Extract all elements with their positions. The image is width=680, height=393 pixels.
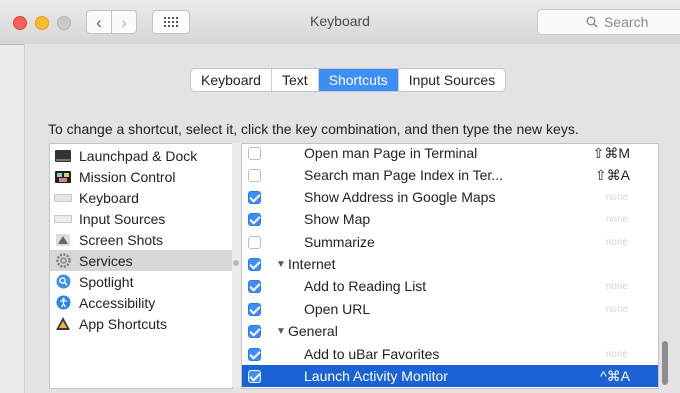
app-shortcuts-icon [54,316,72,332]
shortcut-row[interactable]: Add to Reading List none [242,275,658,297]
search-placeholder: Search [604,14,649,30]
shortcut-key[interactable]: none [606,304,628,315]
category-label: Spotlight [79,273,134,290]
shortcut-row[interactable]: Summarize none [242,231,658,253]
tab-input-sources[interactable]: Input Sources [399,69,505,91]
tab-keyboard[interactable]: Keyboard [191,69,272,91]
shortcut-row[interactable]: Search man Page Index in Ter... ⇧⌘A [242,164,658,186]
instruction-text: To change a shortcut, select it, click t… [48,121,579,137]
category-screen-shots[interactable]: Screen Shots [50,229,232,250]
shortcut-key[interactable]: ^⌘A [600,368,630,385]
category-label: Screen Shots [79,231,164,248]
disclosure-triangle-icon[interactable]: ▼ [276,259,286,270]
category-keyboard[interactable]: Keyboard [50,187,232,208]
category-label: Input Sources [79,210,166,227]
shortcut-checkbox[interactable] [248,257,261,271]
search-icon [586,16,598,28]
tab-text[interactable]: Text [272,69,319,91]
category-label: Accessibility [79,294,156,311]
shortcut-key[interactable]: none [606,192,628,203]
shortcut-checkbox[interactable] [248,190,261,204]
shortcut-checkbox[interactable] [248,168,261,182]
shortcut-label: Open URL [304,301,371,317]
shortcut-checkbox[interactable] [248,347,261,361]
mission-control-icon [54,169,72,185]
shortcut-list: Open man Page in Terminal ⇧⌘M Search man… [241,143,659,389]
category-spotlight[interactable]: Spotlight [50,271,232,292]
shortcut-row[interactable]: Open man Page in Terminal ⇧⌘M [242,144,658,164]
shortcut-label: Show Address in Google Maps [304,189,496,205]
shortcut-label: Add to Reading List [304,278,427,294]
split-divider[interactable] [232,143,241,387]
shortcut-row[interactable]: Add to uBar Favorites none [242,343,658,365]
shortcut-label: Launch Activity Monitor [304,368,448,384]
shortcut-label: Summarize [304,234,375,250]
shortcut-group-label: Internet [288,256,336,272]
shortcut-checkbox[interactable] [248,302,261,316]
category-label: Mission Control [79,168,176,185]
category-list: Launchpad & Dock Mission Control Keyboar… [49,143,233,389]
shortcut-group-label: General [288,323,338,339]
shortcut-key[interactable]: ⇧⌘A [595,167,630,184]
shortcut-key[interactable]: none [606,281,628,292]
spotlight-icon [54,274,72,290]
shortcut-row[interactable]: Open URL none [242,298,658,320]
category-label: Keyboard [79,189,139,206]
shortcut-label: Add to uBar Favorites [304,346,440,362]
shortcut-key[interactable]: ⇧⌘M [593,145,630,162]
disclosure-triangle-icon[interactable]: ▼ [276,326,286,337]
accessibility-icon [54,295,72,311]
category-label: Services [79,252,133,269]
category-accessibility[interactable]: Accessibility [50,292,232,313]
scrollbar-thumb[interactable] [662,341,668,385]
shortcut-label: Open man Page in Terminal [304,145,478,161]
keyboard-icon [54,190,72,206]
category-mission-control[interactable]: Mission Control [50,166,232,187]
shortcut-checkbox[interactable] [248,212,261,226]
gear-icon [54,253,72,269]
category-label: Launchpad & Dock [79,147,198,164]
category-launchpad-dock[interactable]: Launchpad & Dock [50,145,232,166]
shortcut-checkbox[interactable] [248,369,261,383]
launchpad-icon [54,148,72,164]
category-services[interactable]: Services [50,250,232,271]
input-sources-icon [54,211,72,227]
category-app-shortcuts[interactable]: App Shortcuts [50,313,232,334]
title-bar: ‹ › Keyboard Search [0,0,680,45]
divider-handle[interactable] [233,260,239,266]
shortcut-checkbox[interactable] [248,279,261,293]
category-input-sources[interactable]: Input Sources [50,208,232,229]
shortcut-key[interactable]: none [606,349,628,360]
tab-shortcuts[interactable]: Shortcuts [318,69,399,91]
shortcut-key[interactable]: none [606,237,628,248]
search-field[interactable]: Search [537,9,680,35]
shortcut-key[interactable]: none [606,214,628,225]
shortcut-group-internet[interactable]: ▼ Internet [242,253,658,275]
shortcut-row[interactable]: Show Address in Google Maps none [242,186,658,208]
shortcut-label: Show Map [304,211,371,227]
screenshot-icon [54,232,72,248]
shortcut-row[interactable]: Show Map none [242,208,658,230]
shortcut-checkbox[interactable] [248,324,261,338]
shortcut-label: Search man Page Index in Ter... [304,167,503,183]
tab-bar: Keyboard Text Shortcuts Input Sources [190,68,507,92]
shortcut-group-general[interactable]: ▼ General [242,320,658,342]
shortcut-checkbox[interactable] [248,146,261,160]
category-label: App Shortcuts [79,315,167,332]
shortcut-checkbox[interactable] [248,235,261,249]
shortcut-row-selected[interactable]: Launch Activity Monitor ^⌘A [242,365,658,387]
